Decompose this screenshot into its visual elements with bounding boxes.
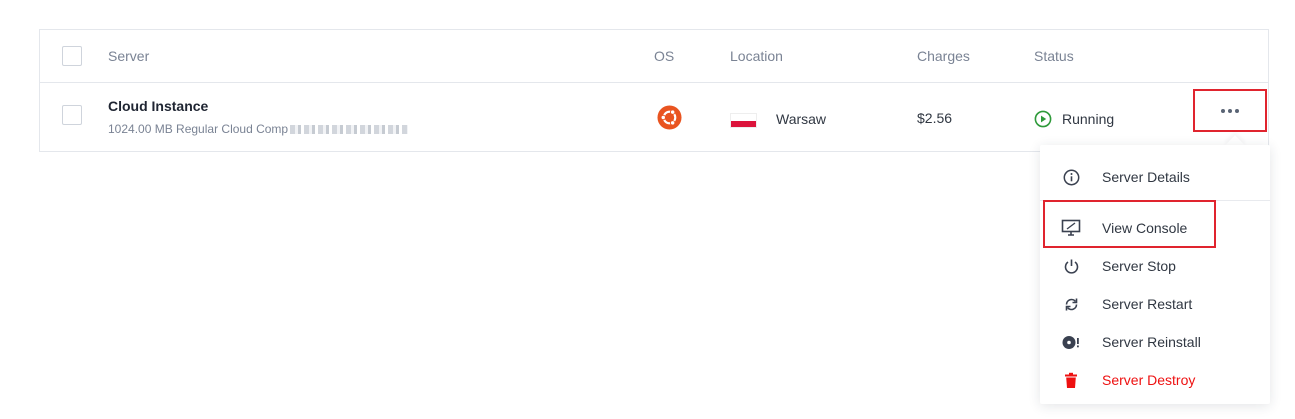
play-circle-icon (1034, 110, 1052, 128)
menu-item-label: Server Stop (1102, 258, 1176, 274)
servers-table: Server OS Location Charges Status Cloud … (39, 29, 1269, 152)
select-all-checkbox[interactable] (62, 46, 82, 66)
menu-item-label: Server Reinstall (1102, 334, 1201, 350)
more-icon (1221, 108, 1239, 113)
menu-item-server-details[interactable]: Server Details (1040, 161, 1270, 193)
menu-item-label: Server Restart (1102, 296, 1193, 312)
charges-value: $2.56 (917, 110, 953, 126)
header-charges[interactable]: Charges (917, 48, 970, 64)
actions-menu: Server Details View Console Server Stop … (1040, 145, 1270, 404)
row-checkbox[interactable] (62, 105, 82, 125)
header-os[interactable]: OS (654, 48, 674, 64)
menu-item-label: Server Destroy (1102, 372, 1196, 388)
location-text: Warsaw (776, 111, 827, 127)
power-icon (1061, 256, 1081, 276)
menu-item-server-stop[interactable]: Server Stop (1040, 250, 1270, 282)
more-actions-button[interactable] (1193, 89, 1267, 132)
table-row[interactable]: Cloud Instance 1024.00 MB Regular Cloud … (40, 83, 1268, 152)
table-header: Server OS Location Charges Status (40, 30, 1268, 83)
view-console-highlight (1043, 200, 1216, 248)
header-status[interactable]: Status (1034, 48, 1074, 64)
server-description: 1024.00 MB Regular Cloud Comp (108, 122, 409, 136)
menu-item-server-destroy[interactable]: Server Destroy (1040, 364, 1270, 396)
menu-item-label: Server Details (1102, 169, 1190, 185)
menu-item-server-restart[interactable]: Server Restart (1040, 288, 1270, 320)
header-location[interactable]: Location (730, 48, 783, 64)
status-text: Running (1062, 111, 1115, 127)
info-icon (1061, 167, 1081, 187)
menu-item-server-reinstall[interactable]: Server Reinstall (1040, 326, 1270, 358)
poland-flag (730, 113, 757, 128)
header-server[interactable]: Server (108, 48, 149, 64)
disc-icon (1061, 332, 1081, 352)
refresh-icon (1061, 294, 1081, 314)
trash-icon (1061, 370, 1081, 390)
server-name[interactable]: Cloud Instance (108, 98, 208, 114)
ubuntu-icon (657, 105, 682, 130)
status-badge: Running (1034, 110, 1114, 128)
server-description-text: 1024.00 MB Regular Cloud Comp (108, 122, 289, 136)
redacted-text (290, 125, 409, 135)
